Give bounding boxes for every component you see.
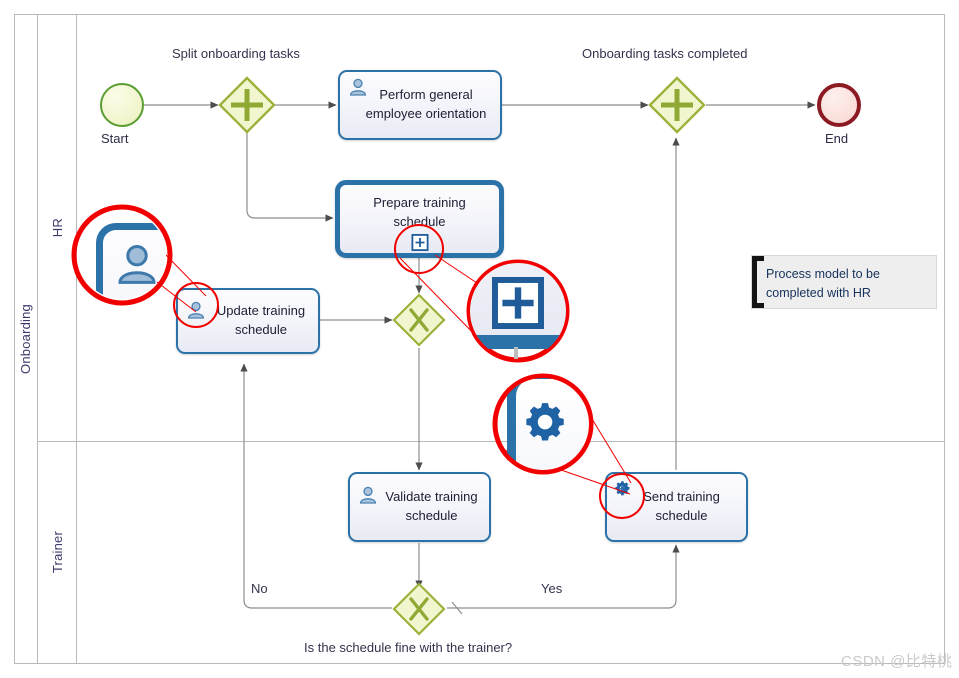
pool-label: Onboarding: [18, 304, 33, 374]
gateway-merge-training[interactable]: [392, 293, 446, 347]
pool-header-onboarding[interactable]: Onboarding: [14, 14, 38, 664]
annotation-bracket-icon: [752, 256, 764, 308]
lane-divider: [38, 441, 945, 442]
gears-icon-magnified: [526, 403, 564, 441]
gateway-join-label: Onboarding tasks completed: [582, 46, 748, 61]
user-icon-magnified: [118, 245, 156, 284]
end-event[interactable]: [817, 83, 861, 127]
callout-gears-icon-content: [497, 378, 589, 470]
user-icon: [349, 78, 367, 96]
flow-label-no: No: [251, 581, 268, 596]
gateway-schedule-fine-with-trainer[interactable]: [392, 582, 446, 636]
annotation-text: Process model to be completed with HR: [766, 267, 880, 300]
task-prepare-training-schedule[interactable]: Prepare training schedule: [335, 180, 504, 258]
plus-marker-icon-magnified: [492, 277, 544, 329]
flow-label-yes: Yes: [541, 581, 563, 596]
bpmn-diagram-canvas: Onboarding HR Trainer Start End Split on…: [0, 0, 959, 678]
task-perform-general-employee-orientation[interactable]: Perform general employee orientation: [338, 70, 502, 140]
plus-marker-icon: [411, 234, 428, 251]
gateway-onboarding-tasks-completed[interactable]: [648, 76, 706, 134]
task-validate-training-schedule[interactable]: Validate training schedule: [348, 472, 491, 542]
task-update-training-schedule[interactable]: Update training schedule: [176, 288, 320, 354]
watermark: CSDN @比特桃: [841, 653, 953, 670]
lane-header-hr[interactable]: HR: [38, 14, 76, 441]
lane-label-trainer: Trainer: [49, 531, 65, 574]
lane-header-border: [76, 14, 77, 664]
lane-label-hr: HR: [49, 217, 65, 238]
callout-user-icon-content: [78, 211, 166, 299]
callout-subprocess-marker-content: [470, 263, 566, 359]
end-event-label: End: [825, 131, 849, 146]
user-icon: [359, 486, 377, 504]
start-event[interactable]: [100, 83, 144, 127]
text-annotation-hr-note[interactable]: Process model to be completed with HR: [751, 255, 937, 309]
gateway-decision-label: Is the schedule fine with the trainer?: [304, 640, 513, 655]
user-icon: [187, 301, 205, 319]
gateway-split-label: Split onboarding tasks: [172, 46, 300, 61]
gears-icon: [615, 481, 630, 496]
start-event-label: Start: [101, 131, 129, 146]
gateway-split-onboarding-tasks[interactable]: [218, 76, 276, 134]
task-send-training-schedule[interactable]: Send training schedule: [605, 472, 748, 542]
lane-header-trainer[interactable]: Trainer: [38, 441, 76, 664]
task-label: Prepare training schedule: [373, 195, 466, 229]
